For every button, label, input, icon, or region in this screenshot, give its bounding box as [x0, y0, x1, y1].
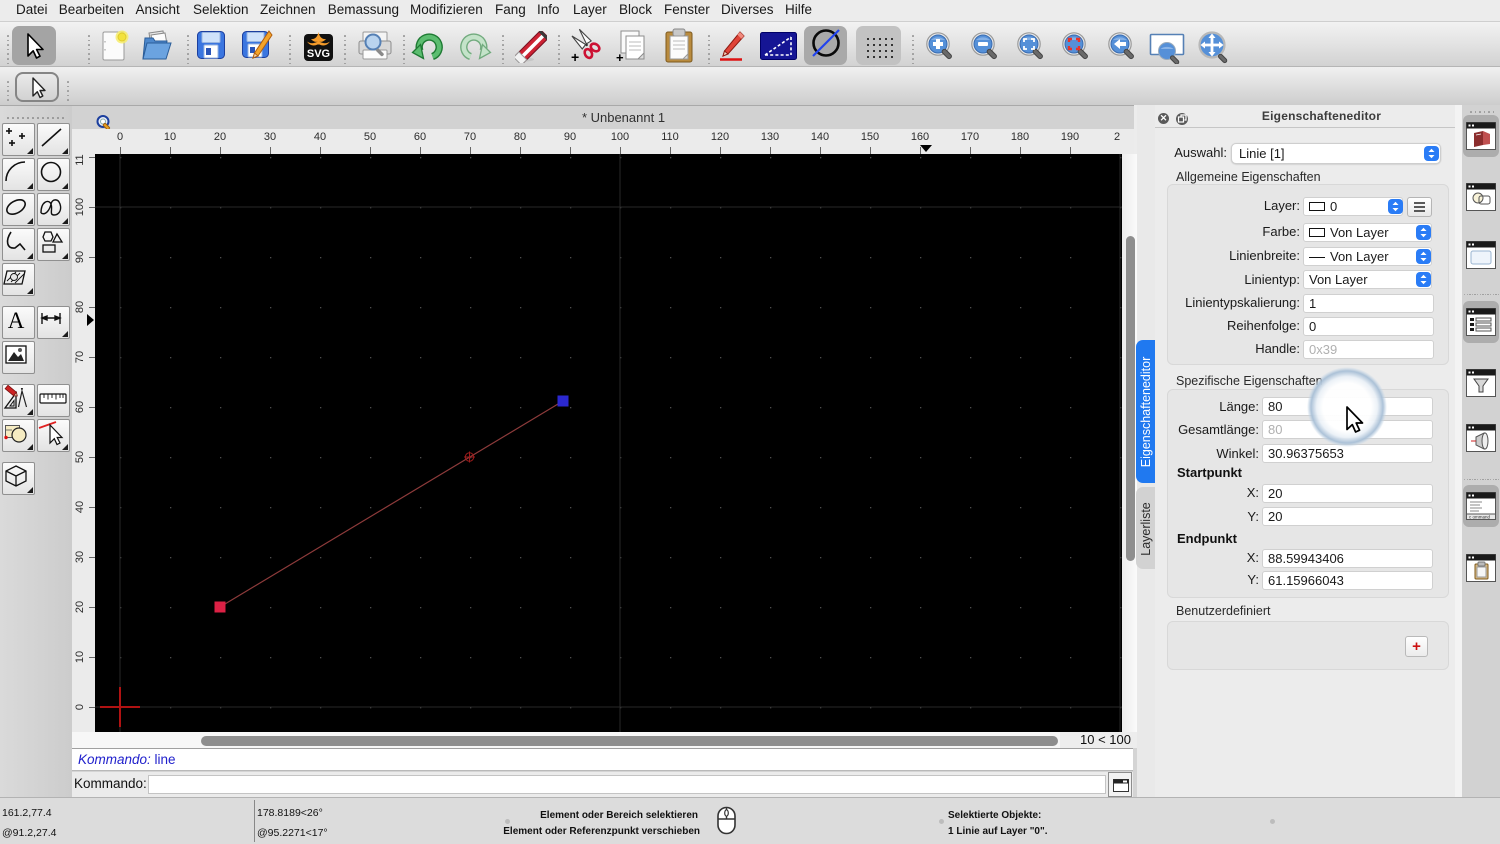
svg-text:c ommand: c ommand: [1469, 515, 1491, 520]
svg-text:SVG: SVG: [307, 48, 330, 60]
svg-text:+: +: [616, 50, 624, 64]
svg-text:A: A: [8, 308, 25, 333]
svg-text:+: +: [571, 49, 579, 64]
